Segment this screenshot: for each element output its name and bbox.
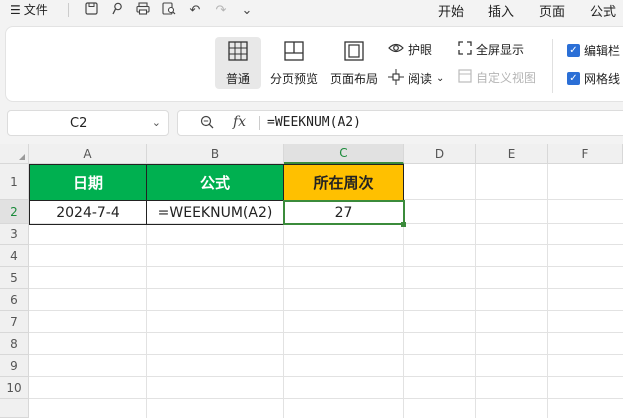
chevron-down-icon: ⌄ (436, 73, 445, 84)
checkbox-checked-icon: ✓ (567, 44, 580, 57)
fullscreen-icon (458, 41, 472, 58)
cell-c1[interactable]: 所在周次 (283, 164, 404, 201)
normal-view-button[interactable]: 普通 (215, 37, 261, 89)
row-header-6[interactable]: 6 (0, 289, 29, 311)
custom-view-button[interactable]: 自定义视图 (458, 69, 536, 86)
gridline (29, 354, 623, 355)
cell-a1[interactable]: 日期 (29, 164, 147, 201)
tab-formula[interactable]: 公式 (590, 1, 616, 20)
tab-home[interactable]: 开始 (438, 1, 464, 20)
eye-icon (388, 42, 404, 57)
column-header-a[interactable]: A (29, 144, 147, 164)
page-layout-button[interactable]: 页面布局 (326, 37, 382, 89)
checkbox-checked-icon: ✓ (567, 72, 580, 85)
name-box-value: C2 (70, 116, 88, 131)
read-mode-label: 阅读 (408, 72, 433, 86)
cell-b1[interactable]: 公式 (146, 164, 284, 201)
undo-icon[interactable]: ↶ (182, 3, 208, 18)
zoom-search-icon[interactable] (200, 115, 214, 133)
row-header-2[interactable]: 2 (0, 200, 29, 224)
row-header-3[interactable]: 3 (0, 224, 29, 245)
custom-view-label: 自定义视图 (476, 71, 537, 85)
divider (259, 116, 260, 130)
chevron-down-icon[interactable]: ⌄ (152, 116, 161, 129)
column-header-e[interactable]: E (476, 144, 548, 164)
row-header-5[interactable]: 5 (0, 267, 29, 289)
spreadsheet-grid: A B C D E F 1 2 3 4 5 6 7 8 9 10 日期 公式 所… (0, 144, 623, 418)
gridlines-label: 网格线 (584, 72, 621, 86)
menu-bar: ☰ 文件 ↶ ↷ ⌄ 开始 插入 页面 公式 (0, 0, 623, 20)
edit-bar-checkbox[interactable]: ✓ 编辑栏 (567, 42, 620, 59)
gridline (29, 244, 623, 245)
cell-a2[interactable]: 2024-7-4 (29, 200, 147, 225)
quick-access-toolbar: ↶ ↷ ⌄ (78, 0, 260, 20)
function-icon[interactable]: fx (233, 114, 246, 130)
print-preview-icon[interactable] (156, 1, 182, 19)
page-break-icon (284, 41, 304, 61)
fullscreen-button[interactable]: 全屏显示 (458, 41, 524, 58)
ribbon-view: 普通 分页预览 页面布局 护眼 阅读 ⌄ 全屏显示 自定义视图 ✓ 编辑栏 ✓ … (5, 26, 623, 102)
formula-bar: fx =WEEKNUM(A2) (177, 110, 623, 136)
gridline (29, 266, 623, 267)
tab-page[interactable]: 页面 (539, 1, 565, 20)
divider (68, 3, 69, 17)
hamburger-icon: ☰ (10, 2, 21, 17)
gridline (475, 164, 476, 418)
read-mode-button[interactable]: 阅读 ⌄ (388, 69, 444, 88)
row-header-11[interactable] (0, 399, 29, 418)
page-layout-label: 页面布局 (329, 72, 378, 86)
gridlines-checkbox[interactable]: ✓ 网格线 (567, 70, 620, 87)
fullscreen-label: 全屏显示 (476, 43, 525, 57)
chevron-down-icon[interactable]: ⌄ (234, 3, 260, 18)
crosshair-icon (388, 69, 404, 88)
row-header-1[interactable]: 1 (0, 164, 29, 200)
row-header-9[interactable]: 9 (0, 355, 29, 377)
gridline (29, 398, 623, 399)
file-menu[interactable]: ☰ 文件 (10, 1, 48, 18)
row-header-10[interactable]: 10 (0, 377, 29, 399)
custom-view-icon (458, 69, 472, 86)
page-break-preview-label: 分页预览 (269, 72, 318, 86)
format-painter-icon[interactable] (104, 2, 130, 19)
gridline (29, 376, 623, 377)
save-icon[interactable] (78, 1, 104, 19)
print-icon[interactable] (130, 1, 156, 19)
row-header-8[interactable]: 8 (0, 333, 29, 355)
eye-protection-button[interactable]: 护眼 (388, 41, 432, 58)
divider (552, 39, 553, 93)
column-header-f[interactable]: F (548, 144, 623, 164)
page-break-preview-button[interactable]: 分页预览 (266, 37, 322, 89)
redo-icon[interactable]: ↷ (208, 3, 234, 18)
column-header-d[interactable]: D (404, 144, 476, 164)
row-header-7[interactable]: 7 (0, 311, 29, 333)
gridline (29, 310, 623, 311)
fill-handle[interactable] (401, 222, 406, 227)
select-all-corner[interactable] (0, 144, 29, 164)
row-header-4[interactable]: 4 (0, 245, 29, 267)
column-header-c[interactable]: C (284, 144, 404, 164)
gridline (29, 288, 623, 289)
cell-b2[interactable]: =WEEKNUM(A2) (146, 200, 284, 225)
active-cell-border (283, 200, 405, 225)
gridline (29, 332, 623, 333)
gridline (547, 164, 548, 418)
tab-insert[interactable]: 插入 (488, 1, 514, 20)
eye-protection-label: 护眼 (408, 43, 433, 57)
page-layout-icon (344, 41, 364, 61)
edit-bar-label: 编辑栏 (584, 44, 621, 58)
grid-icon (228, 41, 248, 61)
file-menu-label: 文件 (23, 3, 48, 17)
normal-view-label: 普通 (225, 72, 250, 86)
formula-input[interactable]: =WEEKNUM(A2) (267, 115, 361, 130)
name-box[interactable]: C2 ⌄ (7, 110, 169, 136)
column-header-b[interactable]: B (147, 144, 284, 164)
